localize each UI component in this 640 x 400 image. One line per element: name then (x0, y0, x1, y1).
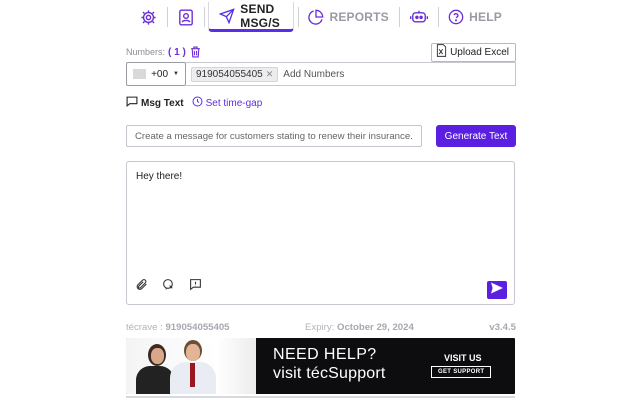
alert-message-icon[interactable] (189, 278, 202, 296)
nav-divider (203, 7, 205, 27)
numbers-input-row: +00 ▼ 919054055405 ✕ (126, 62, 516, 86)
caret-down-icon: ▼ (173, 71, 179, 77)
banner-subtitle: visit técSupport (273, 365, 386, 382)
account-number: 919054055405 (165, 322, 230, 333)
tab-help[interactable]: HELP (442, 1, 508, 33)
get-support-button[interactable]: GET SUPPORT (431, 366, 492, 378)
message-tabs: Msg Text Set time-gap (126, 95, 262, 111)
nav-divider (398, 7, 400, 27)
tab-send-messages[interactable]: SEND MSG/S (208, 2, 294, 32)
number-chip: 919054055405 ✕ (191, 66, 279, 82)
tab-msg-text-label: Msg Text (141, 97, 184, 109)
account-prefix: técrave : (126, 322, 163, 333)
message-toolbar (135, 278, 202, 296)
support-people-image (126, 338, 256, 394)
ai-prompt-row: Create a message for customers stating t… (126, 125, 516, 147)
tab-help-label: HELP (469, 10, 502, 24)
account-info: técrave : 919054055405 (126, 322, 230, 333)
message-editor[interactable]: Hey there! (126, 161, 515, 305)
message-text[interactable]: Hey there! (136, 171, 182, 182)
visit-us-label: VISIT US (444, 353, 482, 363)
expiry-date: October 29, 2024 (337, 322, 414, 333)
gear-icon (140, 9, 157, 26)
numbers-label: Numbers: (126, 47, 166, 57)
send-arrow-icon (490, 281, 504, 299)
tab-msg-text[interactable]: Msg Text (126, 96, 184, 110)
tab-time-gap[interactable]: Set time-gap (192, 96, 263, 110)
expiry-label: Expiry: (305, 322, 335, 333)
bottom-divider (126, 396, 515, 398)
send-icon (219, 7, 236, 24)
expiry-info: Expiry: October 29, 2024 (305, 322, 414, 333)
number-chip-label: 919054055405 (196, 68, 263, 80)
country-code-select[interactable]: +00 ▼ (126, 62, 186, 86)
robot-icon (409, 9, 428, 25)
nav-divider (297, 7, 299, 27)
ai-chat-icon[interactable] (162, 278, 175, 296)
version-label: v3.4.5 (489, 322, 516, 333)
upload-excel-button[interactable]: Upload Excel (431, 42, 516, 62)
trash-icon[interactable] (190, 46, 201, 58)
top-nav: SEND MSG/S REPORTS HELP (134, 0, 508, 34)
country-code-value: +00 (151, 68, 169, 80)
numbers-field[interactable]: 919054055405 ✕ (186, 62, 516, 86)
flag-icon (133, 69, 147, 79)
attachment-icon[interactable] (135, 278, 148, 296)
message-icon (126, 96, 138, 110)
excel-file-icon (436, 44, 447, 60)
tab-reports-label: REPORTS (329, 10, 389, 24)
tab-reports[interactable]: REPORTS (302, 1, 394, 33)
banner-title: NEED HELP? (273, 346, 377, 363)
tab-send-label: SEND MSG/S (240, 1, 280, 30)
numbers-header: Numbers: ( 1 ) Upload Excel (126, 42, 516, 62)
send-button[interactable] (487, 281, 507, 299)
bot-nav-button[interactable] (404, 1, 434, 33)
nav-divider (167, 7, 168, 27)
settings-nav-button[interactable] (134, 1, 163, 33)
upload-excel-label: Upload Excel (450, 46, 509, 58)
help-circle-icon (448, 9, 464, 25)
add-numbers-input[interactable] (283, 68, 434, 80)
ai-prompt-input[interactable]: Create a message for customers stating t… (126, 125, 422, 147)
remove-chip-icon[interactable]: ✕ (266, 69, 274, 80)
tab-time-gap-label: Set time-gap (205, 97, 263, 109)
status-footer: técrave : 919054055405 Expiry: October 2… (126, 322, 516, 333)
nav-divider (437, 7, 439, 27)
generate-text-button[interactable]: Generate Text (436, 125, 516, 147)
numbers-count: ( 1 ) (168, 46, 186, 58)
clock-icon (192, 96, 203, 110)
contact-card-icon (178, 8, 194, 26)
support-banner[interactable]: NEED HELP? visit técSupport VISIT US GET… (126, 338, 515, 394)
contacts-nav-button[interactable] (172, 1, 200, 33)
pie-chart-icon (308, 9, 324, 25)
